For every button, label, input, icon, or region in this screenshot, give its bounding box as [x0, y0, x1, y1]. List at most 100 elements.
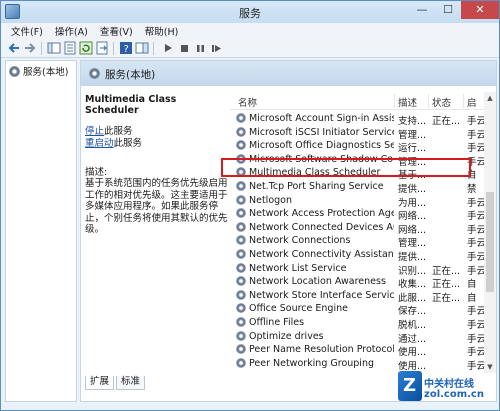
- tree-item-label: 服务(本地): [23, 67, 69, 78]
- service-name-cell: Microsoft Account Sign-in Assist...: [249, 113, 394, 124]
- table-row[interactable]: Microsoft iSCSI Initiator Service 管理... 手云: [230, 126, 484, 141]
- forward-arrow-icon[interactable]: [23, 41, 37, 55]
- watermark-line2: zol.com.cn: [424, 389, 484, 400]
- service-name-cell: Microsoft iSCSI Initiator Service: [249, 126, 394, 138]
- service-gear-icon: [236, 235, 246, 246]
- console-tree-pane: 服务(本地): [5, 60, 77, 402]
- show-action-pane-icon[interactable]: [135, 41, 149, 55]
- column-divider[interactable]: [463, 94, 464, 108]
- restart-service-icon[interactable]: [209, 41, 223, 55]
- zol-logo-icon: [398, 371, 422, 401]
- tab-extended[interactable]: 扩展: [85, 376, 115, 390]
- service-name-cell: Microsoft Office Diagnostics Ser...: [249, 140, 394, 152]
- service-gear-icon: [236, 194, 246, 205]
- maximize-button[interactable]: ☐: [435, 1, 461, 19]
- restart-service-link[interactable]: 重启动: [85, 138, 114, 149]
- column-header-status[interactable]: 状态: [432, 95, 451, 109]
- service-gear-icon: [236, 330, 246, 341]
- help-icon[interactable]: ?: [119, 41, 133, 55]
- table-row[interactable]: Network Connections 管理... 手云: [230, 234, 484, 249]
- column-header-description[interactable]: 描述: [398, 95, 417, 109]
- service-gear-icon: [236, 249, 246, 259]
- main-pane-header: 服务(本地): [81, 61, 496, 86]
- refresh-icon[interactable]: [79, 41, 93, 55]
- table-row[interactable]: Network Store Interface Service 此服... 正在..…: [230, 289, 484, 304]
- service-gear-icon: [236, 344, 246, 355]
- tab-standard[interactable]: 标准: [116, 376, 146, 390]
- table-row[interactable]: Network Location Awareness 收集... 正在... 自: [230, 275, 484, 290]
- list-header: 名称 描述 状态 启: [230, 92, 484, 110]
- toolbar: ?: [1, 39, 499, 58]
- service-gear-icon: [236, 303, 246, 314]
- services-window: 服务 — ☐ ✕ 文件(F) 操作(A) 查看(V) 帮助(H) ? 服务(本地…: [0, 0, 500, 411]
- service-name-cell: Network Connected Devices Aut...: [249, 221, 394, 233]
- table-row[interactable]: Network Connected Devices Aut...网络...手云: [230, 221, 484, 236]
- restart-service-line: 重启动此服务: [85, 138, 230, 150]
- highlight-box: [221, 158, 471, 177]
- selected-service-name: Multimedia Class Scheduler: [85, 94, 177, 116]
- menu-file[interactable]: 文件(F): [11, 24, 43, 38]
- console-tree-icon[interactable]: [47, 41, 61, 55]
- export-list-icon[interactable]: [95, 41, 109, 55]
- stop-service-icon[interactable]: [177, 41, 191, 55]
- restart-suffix: 此服务: [113, 138, 143, 149]
- service-name-cell: Network Connections: [249, 235, 351, 247]
- stop-suffix: 此服务: [104, 126, 133, 137]
- service-name-cell: Netlogon: [249, 194, 292, 206]
- service-name-cell: Network Connectivity Assistant: [249, 249, 394, 260]
- column-divider[interactable]: [394, 94, 395, 108]
- menu-view[interactable]: 查看(V): [100, 24, 133, 38]
- vertical-scrollbar[interactable]: ▲ ▼: [484, 92, 496, 373]
- scrollbar-thumb[interactable]: [486, 192, 494, 292]
- close-button[interactable]: ✕: [461, 1, 499, 19]
- toolbar-divider: [41, 42, 42, 55]
- start-service-icon[interactable]: [161, 41, 175, 55]
- service-gear-icon: [236, 276, 246, 287]
- title-bar: 服务 — ☐ ✕: [1, 1, 499, 23]
- column-header-startup-type[interactable]: 启: [467, 95, 477, 109]
- scroll-up-icon[interactable]: ▲: [484, 92, 496, 104]
- description-label: 描述:: [85, 167, 108, 178]
- table-row[interactable]: Network Access Protection Agent 网络... 手云: [230, 207, 484, 222]
- service-name-cell: Office Source Engine: [249, 303, 348, 315]
- column-divider[interactable]: [428, 94, 429, 108]
- table-row[interactable]: Network List Service 识别... 正在... 手云: [230, 262, 484, 277]
- toolbar-divider: [113, 42, 114, 55]
- menu-help[interactable]: 帮助(H): [145, 24, 179, 38]
- table-row[interactable]: Office Source Engine 保存... 手云: [230, 302, 484, 317]
- table-row[interactable]: Microsoft Office Diagnostics Ser... 运行...…: [230, 139, 484, 154]
- service-name-cell: Peer Name Resolution Protocol: [249, 344, 394, 356]
- service-description-panel: Multimedia Class Scheduler 停止此服务 重启动此服务 …: [85, 94, 230, 236]
- back-arrow-icon[interactable]: [7, 41, 21, 55]
- table-row[interactable]: Offline Files 脱机... 手云: [230, 316, 484, 331]
- table-row[interactable]: Netlogon 为用... 手云: [230, 194, 484, 209]
- description-text: 基于系统范围内的任务优先级启用工作的相对优先级。这主要适用于多媒体应用程序。如果…: [85, 178, 228, 235]
- service-name-cell: Optimize drives: [249, 330, 324, 342]
- table-row[interactable]: Peer Name Resolution Protocol 使用... 手云: [230, 343, 484, 358]
- watermark: 中关村在线 zol.com.cn: [396, 361, 500, 411]
- table-row[interactable]: Microsoft Account Sign-in Assist... 支持...…: [230, 112, 484, 127]
- table-row[interactable]: Optimize drives 通过... 手云: [230, 330, 484, 345]
- column-header-name[interactable]: 名称: [238, 95, 257, 109]
- service-gear-icon: [236, 289, 246, 300]
- service-gear-icon: [236, 181, 246, 191]
- main-pane-title: 服务(本地): [105, 69, 156, 81]
- table-row[interactable]: Network Connectivity Assistant 提供... 手云: [230, 248, 484, 263]
- service-name-cell: Offline Files: [249, 317, 305, 328]
- service-gear-icon: [236, 262, 246, 273]
- properties-list-icon[interactable]: [63, 41, 77, 55]
- services-gear-icon: [89, 68, 100, 79]
- svg-text:?: ?: [124, 44, 129, 55]
- stop-service-link[interactable]: 停止: [85, 126, 104, 137]
- pause-service-icon[interactable]: [193, 41, 207, 55]
- service-name-cell: Net.Tcp Port Sharing Service: [249, 181, 384, 192]
- service-name-cell: Peer Networking Grouping: [249, 357, 374, 369]
- menu-action[interactable]: 操作(A): [55, 24, 88, 38]
- tree-item-services-local[interactable]: 服务(本地): [9, 64, 68, 78]
- service-name-cell: Network Location Awareness: [249, 276, 386, 288]
- minimize-button[interactable]: —: [409, 1, 435, 19]
- watermark-line1: 中关村在线: [424, 379, 474, 390]
- service-gear-icon: [236, 357, 246, 368]
- table-row[interactable]: Net.Tcp Port Sharing Service 提供... 禁: [230, 180, 484, 195]
- menu-bar: 文件(F) 操作(A) 查看(V) 帮助(H): [1, 23, 499, 39]
